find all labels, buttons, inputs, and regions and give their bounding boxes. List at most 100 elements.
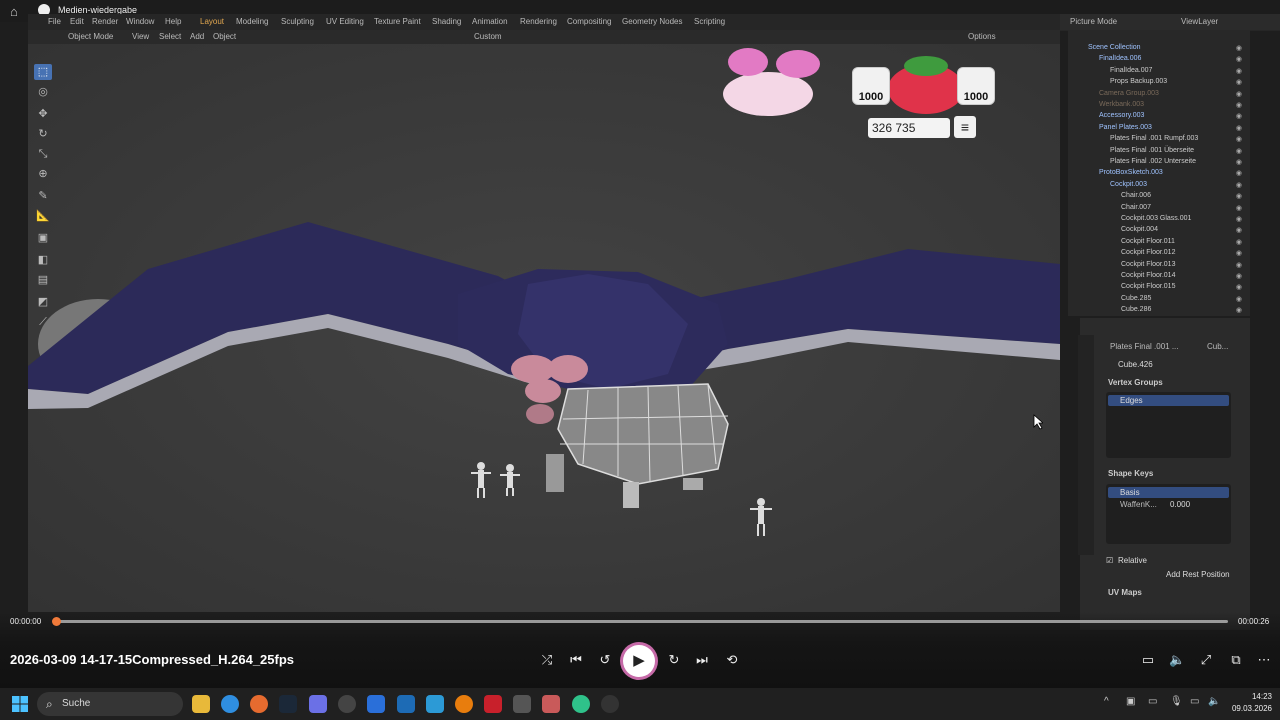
visibility-eye-icon[interactable]: ◉: [1236, 67, 1242, 75]
breadcrumb-object[interactable]: Plates Final .001 ...: [1110, 342, 1178, 351]
breadcrumb-mesh[interactable]: Cub...: [1207, 342, 1228, 351]
outliner-row[interactable]: Cockpit Floor.014 ◉: [1121, 272, 1248, 283]
next-icon[interactable]: ⏭: [694, 652, 710, 668]
visibility-eye-icon[interactable]: ◉: [1236, 147, 1242, 155]
visibility-eye-icon[interactable]: ◉: [1236, 238, 1242, 246]
tab-sculpting[interactable]: Sculpting: [281, 17, 314, 26]
transform-icon[interactable]: ⊕: [34, 166, 52, 182]
discord-icon[interactable]: [309, 695, 327, 713]
forward-30-icon[interactable]: ↻: [666, 652, 682, 668]
outliner-row[interactable]: Scene Collection ◉: [1088, 44, 1248, 55]
select-box-icon[interactable]: ⬚: [34, 64, 52, 80]
outliner-row[interactable]: Plates Final .002 Unterseite ◉: [1110, 158, 1248, 169]
transform-orientation[interactable]: Custom: [474, 32, 502, 41]
settings-icon[interactable]: [513, 695, 531, 713]
menu-object[interactable]: Object: [213, 32, 236, 41]
visibility-eye-icon[interactable]: ◉: [1236, 261, 1242, 269]
scene-selector[interactable]: Picture Mode: [1070, 17, 1117, 26]
outliner-row[interactable]: Accessory.003 ◉: [1099, 112, 1248, 123]
seek-thumb[interactable]: [52, 617, 61, 626]
network-icon[interactable]: ▭: [1190, 696, 1199, 707]
tab-modeling[interactable]: Modeling: [236, 17, 268, 26]
tab-geometry-nodes[interactable]: Geometry Nodes: [622, 17, 682, 26]
tab-uv-editing[interactable]: UV Editing: [326, 17, 364, 26]
extrude-icon[interactable]: ◧: [34, 252, 52, 268]
tab-animation[interactable]: Animation: [472, 17, 508, 26]
outliner-row[interactable]: Chair.006 ◉: [1121, 192, 1248, 203]
add-rest-position-button[interactable]: Add Rest Position: [1166, 570, 1230, 579]
more-options-icon[interactable]: ⋯: [1256, 652, 1272, 668]
visibility-eye-icon[interactable]: ◉: [1236, 44, 1242, 52]
show-hidden-icons-icon[interactable]: ^: [1104, 696, 1109, 707]
outliner-row[interactable]: Werkbank.003 ◉: [1099, 101, 1248, 112]
outliner-row[interactable]: FinalIdea.007 ◉: [1110, 67, 1248, 78]
blender-icon[interactable]: [455, 695, 473, 713]
scale-icon[interactable]: ⤡: [34, 146, 52, 162]
visibility-eye-icon[interactable]: ◉: [1236, 283, 1242, 291]
view-layer-selector[interactable]: ViewLayer: [1181, 17, 1218, 26]
taskbar-clock[interactable]: 14:23: [1226, 692, 1272, 701]
steam-icon[interactable]: [279, 695, 297, 713]
menu-help[interactable]: Help: [165, 17, 181, 26]
move-icon[interactable]: ✥: [34, 106, 52, 122]
volume-icon[interactable]: 🔈: [1169, 652, 1185, 668]
rotate-icon[interactable]: ↻: [34, 126, 52, 142]
menu-select[interactable]: Select: [159, 32, 181, 41]
uv-maps-header[interactable]: UV Maps: [1108, 588, 1142, 597]
photos-icon[interactable]: [542, 695, 560, 713]
outliner-row[interactable]: Cockpit Floor.012 ◉: [1121, 249, 1248, 260]
menu-render[interactable]: Render: [92, 17, 118, 26]
speaker-icon[interactable]: 🔈: [1208, 696, 1220, 707]
mesh-name-field[interactable]: Cube.426: [1118, 360, 1153, 369]
outliner-row[interactable]: Cockpit Floor.015 ◉: [1121, 283, 1248, 294]
visibility-eye-icon[interactable]: ◉: [1236, 55, 1242, 63]
tab-compositing[interactable]: Compositing: [567, 17, 611, 26]
outliner-row[interactable]: Cockpit.003 ◉: [1110, 181, 1248, 192]
tab-scripting[interactable]: Scripting: [694, 17, 725, 26]
file-explorer-icon[interactable]: [192, 695, 210, 713]
app-icon-7[interactable]: [367, 695, 385, 713]
taskbar-date[interactable]: 09.03.2026: [1226, 704, 1272, 713]
outliner-row[interactable]: Cube.286 ◉: [1121, 306, 1248, 317]
relative-checkbox[interactable]: ☑: [1106, 556, 1113, 565]
bevel-icon[interactable]: ◩: [34, 294, 52, 310]
voicemeeter-icon[interactable]: [484, 695, 502, 713]
menu-view[interactable]: View: [132, 32, 149, 41]
visibility-eye-icon[interactable]: ◉: [1236, 204, 1242, 212]
visibility-eye-icon[interactable]: ◉: [1236, 181, 1242, 189]
outliner-row[interactable]: Cockpit Floor.013 ◉: [1121, 261, 1248, 272]
notes-icon[interactable]: [426, 695, 444, 713]
outliner-row[interactable]: ProtoBoxSketch.003 ◉: [1099, 169, 1248, 180]
inset-icon[interactable]: ▤: [34, 272, 52, 288]
repeat-icon[interactable]: ⟲: [724, 652, 740, 668]
visibility-eye-icon[interactable]: ◉: [1236, 272, 1242, 280]
outliner-row[interactable]: Plates Final .001 Überseite ◉: [1110, 147, 1248, 158]
home-icon[interactable]: ⌂: [10, 4, 18, 19]
windows-start-icon[interactable]: [12, 696, 28, 712]
menu-file[interactable]: File: [48, 17, 61, 26]
visibility-eye-icon[interactable]: ◉: [1236, 124, 1242, 132]
visibility-eye-icon[interactable]: ◉: [1236, 101, 1242, 109]
add-cube-icon[interactable]: ▣: [34, 230, 52, 246]
visibility-eye-icon[interactable]: ◉: [1236, 192, 1242, 200]
measure-icon[interactable]: 📐: [34, 208, 52, 224]
visibility-eye-icon[interactable]: ◉: [1236, 215, 1242, 223]
outliner-row[interactable]: Chair.007 ◉: [1121, 204, 1248, 215]
shape-keys-header[interactable]: Shape Keys: [1108, 469, 1153, 478]
outliner-row[interactable]: Plates Final .001 Rumpf.003 ◉: [1110, 135, 1248, 146]
hamburger-menu-icon[interactable]: ≡: [954, 116, 976, 138]
outliner-row[interactable]: FinalIdea.006 ◉: [1099, 55, 1248, 66]
obs-icon[interactable]: [338, 695, 356, 713]
cursor-icon[interactable]: ◎: [34, 84, 52, 100]
media-player-taskbar-icon[interactable]: [601, 695, 619, 713]
subtitles-icon[interactable]: ▭: [1140, 652, 1156, 668]
visibility-eye-icon[interactable]: ◉: [1236, 169, 1242, 177]
outliner-row[interactable]: Cockpit Floor.011 ◉: [1121, 238, 1248, 249]
knife-icon[interactable]: ⟋: [34, 314, 52, 330]
seek-bar[interactable]: [56, 620, 1228, 623]
mini-player-icon[interactable]: ⧉: [1228, 652, 1244, 668]
visibility-eye-icon[interactable]: ◉: [1236, 112, 1242, 120]
mode-selector[interactable]: Object Mode: [68, 32, 113, 41]
menu-edit[interactable]: Edit: [70, 17, 84, 26]
fullscreen-icon[interactable]: ⤢: [1198, 652, 1214, 668]
